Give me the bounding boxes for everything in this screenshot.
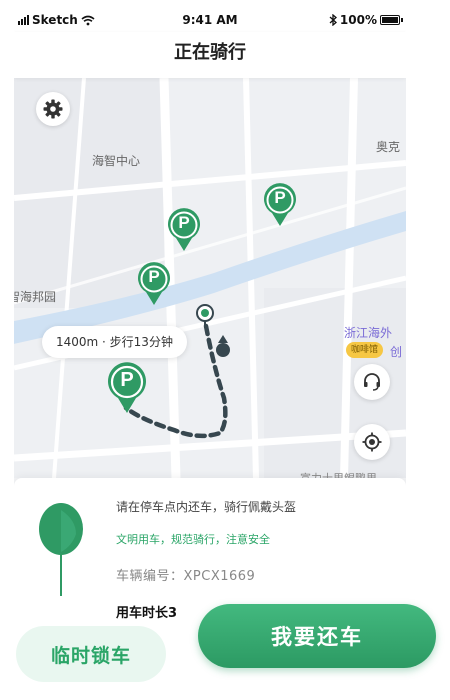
gear-icon [43,99,63,119]
locate-icon [362,432,382,452]
status-bar: Sketch 9:41 AM 100% [14,8,406,32]
status-right: 100% [329,13,403,27]
return-bike-button[interactable]: 我要还车 [198,604,436,668]
map-label-chuang: 创 [390,345,403,359]
bluetooth-icon [329,14,337,26]
parking-letter: P [274,188,286,207]
ride-tips: 请在停车点内还车，骑行佩戴头盔 文明用车，规范骑行，注意安全 车辆编号：XPCX… [116,498,296,584]
locate-button[interactable] [354,424,390,460]
tree-icon [39,503,83,596]
temporary-lock-button[interactable]: 临时锁车 [16,626,166,682]
vehicle-number: 车辆编号：XPCX1669 [116,565,296,584]
map-label-bottom-road: 富力士里鲲鹏里 [300,470,377,478]
bike-location-icon [196,304,214,328]
map-label-haibang-garden: 智海邦园 [14,290,57,304]
battery-percent: 100% [339,13,377,27]
vehicle-number-label: 车辆编号： [116,569,184,584]
map-label-aoke: 奥克 [376,140,401,154]
user-location-icon [216,335,230,357]
headset-icon [364,373,380,391]
parking-pin[interactable]: P [136,262,172,306]
poi-badge: 咖啡馆 [346,342,384,358]
customer-service-button[interactable] [354,364,390,400]
return-tip: 请在停车点内还车，骑行佩戴头盔 [116,500,297,514]
map-background [14,78,406,478]
battery-icon [380,15,403,25]
parking-pin[interactable]: P [166,208,202,252]
parking-pin[interactable]: P [262,183,298,227]
selected-parking-pin[interactable]: P [106,362,148,414]
walking-distance-tag: 1400m · 步行13分钟 [42,326,187,358]
ride-duration: 用车时长3 [116,606,178,621]
map-label-zhejiang-haiwai: 浙江海外 [344,326,393,340]
safety-tip: 文明用车，规范骑行，注意安全 [116,533,270,546]
vehicle-number-value: XPCX1669 [183,569,256,584]
map-label-haizhi-center: 海智中心 [92,154,141,168]
map-settings-button[interactable] [36,92,70,126]
parking-letter: P [120,369,134,391]
page-title: 正在骑行 [14,32,406,78]
parking-letter: P [178,213,190,232]
parking-letter: P [148,267,160,286]
map-view[interactable]: 海智中心 智海邦园 奥克 浙江海外 创 富力士里鲲鹏里 咖啡馆 P P [14,78,406,478]
